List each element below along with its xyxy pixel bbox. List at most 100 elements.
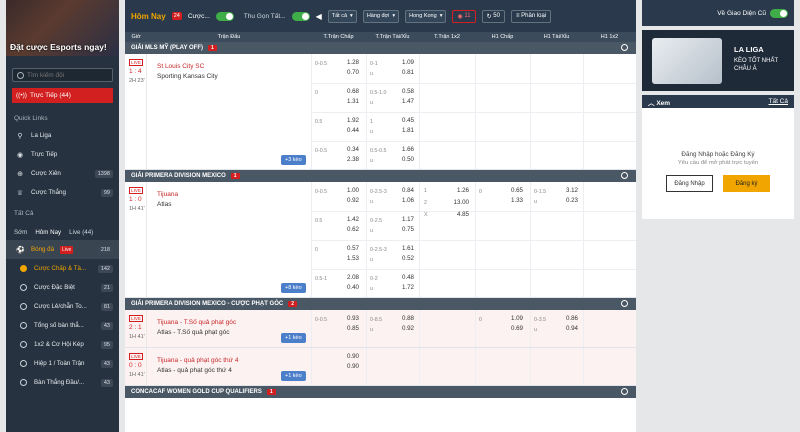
match-teams[interactable]: Tijuana - T.Số quả phạt góc Atlas - T.Số …: [157, 318, 236, 338]
home-handicap-odd[interactable]: 1.00: [333, 187, 359, 194]
quick-link-item[interactable]: ⊕ Cược Xiên 1398: [6, 164, 119, 183]
over-odd[interactable]: 1.61: [388, 245, 414, 252]
h1-over-odd[interactable]: 3.12: [552, 187, 578, 194]
radio-button[interactable]: [20, 360, 27, 367]
collapse-toggle[interactable]: [291, 11, 310, 21]
home-handicap-odd[interactable]: 0.34: [333, 146, 359, 153]
home-handicap-odd[interactable]: 1.28: [333, 59, 359, 66]
over-odd[interactable]: 0.48: [388, 274, 414, 281]
esports-banner[interactable]: Đặt cược Esports ngay!: [6, 0, 119, 56]
1x2-odd[interactable]: 13.00: [441, 199, 469, 206]
home-handicap-odd[interactable]: 1.42: [333, 216, 359, 223]
home-handicap-odd[interactable]: 2.08: [333, 274, 359, 281]
more-bets-button[interactable]: +8 kèo: [281, 283, 306, 293]
home-handicap-odd[interactable]: 1.92: [333, 117, 359, 124]
over-odd[interactable]: 0.45: [388, 117, 414, 124]
radio-button[interactable]: [20, 265, 27, 272]
quick-link-item[interactable]: ♕ Cược Thắng 99: [6, 183, 119, 202]
away-handicap-odd[interactable]: 1.31: [333, 98, 359, 105]
away-handicap-odd[interactable]: 0.85: [333, 325, 359, 332]
league-header[interactable]: GIẢI MLS MỸ (PLAY OFF) 1: [125, 42, 636, 54]
view-all-link[interactable]: Tất Cả: [768, 98, 788, 105]
live-button[interactable]: ((•)) Trực Tiếp (44): [12, 88, 113, 103]
1x2-odd[interactable]: 4.85: [441, 211, 469, 218]
h1-under-odd[interactable]: 0.94: [552, 325, 578, 332]
under-odd[interactable]: 0.75: [388, 226, 414, 233]
register-button[interactable]: Đăng ký: [723, 175, 770, 192]
away-handicap-odd[interactable]: 0.44: [333, 127, 359, 134]
under-odd[interactable]: 0.81: [388, 69, 414, 76]
h1-home-odd[interactable]: 0.65: [497, 187, 523, 194]
under-odd[interactable]: 1.47: [388, 98, 414, 105]
bet-type-item[interactable]: Tổng số bàn thắ... 43: [6, 316, 119, 335]
login-button[interactable]: Đăng Nhập: [666, 175, 713, 192]
away-handicap-odd[interactable]: 2.38: [333, 156, 359, 163]
select-all[interactable]: Tất cả ▾: [327, 9, 357, 23]
under-odd[interactable]: 0.52: [388, 255, 414, 262]
away-handicap-odd[interactable]: 1.53: [333, 255, 359, 262]
sport-football[interactable]: ⚽ Bóng đá Live 218: [6, 240, 119, 259]
select-queue[interactable]: Hàng đợi ▾: [362, 9, 400, 23]
radio-button[interactable]: [20, 322, 27, 329]
search-input[interactable]: [27, 71, 107, 79]
h1-over-odd[interactable]: 0.86: [552, 315, 578, 322]
h1-away-odd[interactable]: 0.69: [497, 325, 523, 332]
old-ui-toggle[interactable]: [770, 8, 788, 18]
under-odd[interactable]: 1.81: [388, 127, 414, 134]
bet-type-item[interactable]: Hiệp 1 / Toàn Trận 43: [6, 354, 119, 373]
under-odd[interactable]: 0.50: [388, 156, 414, 163]
more-bets-button[interactable]: +1 kèo: [281, 371, 306, 381]
league-header[interactable]: CONCACAF WOMEN GOLD CUP QUALIFIERS 1: [125, 386, 636, 398]
league-header[interactable]: GIẢI PRIMERA DIVISION MEXICO - CƯỢC PHẠT…: [125, 298, 636, 310]
tab-day[interactable]: Live (44): [69, 229, 93, 236]
home-team[interactable]: St Louis City SC: [157, 62, 218, 72]
bet-type-item[interactable]: 1x2 & Cơ Hội Kép 95: [6, 335, 119, 354]
over-odd[interactable]: 1.09: [388, 59, 414, 66]
away-team[interactable]: Atlas - T.Số quả phạt góc: [157, 328, 236, 338]
away-handicap-odd[interactable]: 0.40: [333, 284, 359, 291]
refresh-button[interactable]: ↻ 50: [481, 9, 505, 23]
quick-link-item[interactable]: ⚲ La Liga: [6, 126, 119, 145]
h1-away-odd[interactable]: 1.33: [497, 197, 523, 204]
home-handicap-odd[interactable]: 0.57: [333, 245, 359, 252]
away-handicap-odd[interactable]: 0.62: [333, 226, 359, 233]
refresh-icon[interactable]: [621, 300, 628, 307]
match-teams[interactable]: Tijuana - quả phạt góc thứ 4 Atlas - quả …: [157, 356, 238, 376]
refresh-icon[interactable]: [621, 388, 628, 395]
bet-type-item[interactable]: Cược Chấp & Tà... 142: [6, 259, 119, 278]
quick-link-item[interactable]: ◉ Trực Tiếp: [6, 145, 119, 164]
league-header[interactable]: GIẢI PRIMERA DIVISION MEXICO 1: [125, 170, 636, 182]
under-odd[interactable]: 1.06: [388, 197, 414, 204]
home-team[interactable]: Tijuana: [157, 190, 178, 200]
tab-day[interactable]: Sớm: [14, 229, 27, 236]
radio-button[interactable]: [20, 379, 27, 386]
away-team[interactable]: Atlas: [157, 200, 178, 210]
filter-toggle[interactable]: [215, 11, 234, 21]
promo-banner[interactable]: LA LIGA KÈO TỐT NHẤT CHÂU Á: [642, 30, 794, 91]
match-teams[interactable]: Tijuana Atlas: [157, 190, 178, 210]
away-handicap-odd[interactable]: 0.90: [333, 363, 359, 370]
away-handicap-odd[interactable]: 0.70: [333, 69, 359, 76]
refresh-icon[interactable]: [621, 172, 628, 179]
away-team[interactable]: Atlas - quả phạt góc thứ 4: [157, 366, 238, 376]
under-odd[interactable]: 0.92: [388, 325, 414, 332]
more-bets-button[interactable]: +3 kèo: [281, 155, 306, 165]
radio-button[interactable]: [20, 341, 27, 348]
refresh-icon[interactable]: [621, 44, 628, 51]
bet-type-item[interactable]: Bàn Thắng Đầu/... 43: [6, 373, 119, 392]
over-odd[interactable]: 1.66: [388, 146, 414, 153]
match-teams[interactable]: St Louis City SC Sporting Kansas City: [157, 62, 218, 82]
over-odd[interactable]: 0.84: [388, 187, 414, 194]
bet-type-item[interactable]: Cược Lẻ/chẵn To... 81: [6, 297, 119, 316]
tab-day[interactable]: Hôm Nay: [35, 229, 61, 236]
select-odds-format[interactable]: Hong Kong ▾: [405, 9, 447, 23]
home-handicap-odd[interactable]: 0.90: [333, 353, 359, 360]
under-odd[interactable]: 1.72: [388, 284, 414, 291]
over-odd[interactable]: 0.88: [388, 315, 414, 322]
away-handicap-odd[interactable]: 0.92: [333, 197, 359, 204]
home-team[interactable]: Tijuana - T.Số quả phạt góc: [157, 318, 236, 328]
home-handicap-odd[interactable]: 0.93: [333, 315, 359, 322]
h1-under-odd[interactable]: 0.23: [552, 197, 578, 204]
team-search[interactable]: [12, 68, 113, 82]
h1-home-odd[interactable]: 1.09: [497, 315, 523, 322]
